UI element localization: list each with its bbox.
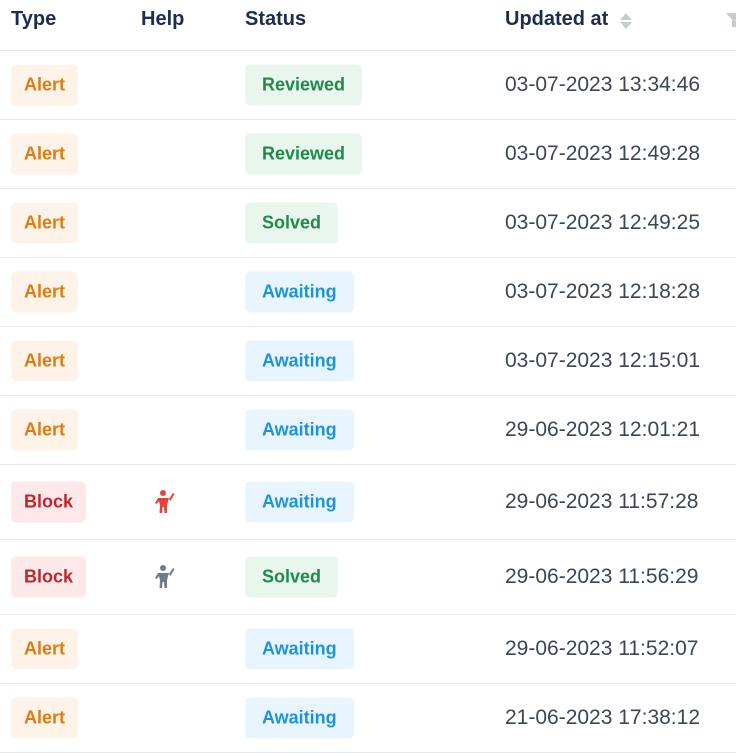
status-tag: Solved bbox=[245, 556, 339, 598]
status-tag: Awaiting bbox=[245, 271, 354, 313]
table-row[interactable]: Alert Awaiting 29-06-2023 11:52:07 bbox=[0, 615, 736, 684]
status-tag: Awaiting bbox=[245, 409, 354, 451]
person-help-icon[interactable] bbox=[152, 489, 176, 515]
status-tag: Solved bbox=[245, 202, 339, 244]
column-header-status: Status bbox=[245, 8, 307, 30]
type-tag: Alert bbox=[11, 202, 79, 244]
sort-icon[interactable] bbox=[620, 12, 633, 29]
table-row[interactable]: Alert Solved 03-07-2023 12:49:25 bbox=[0, 189, 736, 258]
updated-at-cell: 03-07-2023 12:18:28 bbox=[505, 280, 700, 303]
table-row[interactable]: Alert Awaiting 21-06-2023 17:38:12 bbox=[0, 684, 736, 753]
status-tag: Awaiting bbox=[245, 628, 354, 670]
table-row[interactable]: Alert Awaiting 03-07-2023 12:18:28 bbox=[0, 258, 736, 327]
updated-at-cell: 03-07-2023 12:15:01 bbox=[505, 349, 700, 372]
person-help-icon[interactable] bbox=[152, 564, 176, 590]
status-tag: Awaiting bbox=[245, 697, 354, 739]
type-tag: Block bbox=[11, 481, 87, 523]
type-tag: Alert bbox=[11, 697, 79, 739]
alerts-table: Type Help Status Updated at Alert Review… bbox=[0, 0, 736, 753]
table-row[interactable]: Block Awaiting 29-06-2023 11:57:28 bbox=[0, 465, 736, 540]
filter-icon[interactable] bbox=[726, 13, 736, 27]
type-tag: Alert bbox=[11, 133, 79, 175]
column-header-help: Help bbox=[141, 8, 185, 30]
type-tag: Alert bbox=[11, 64, 79, 106]
type-tag: Alert bbox=[11, 628, 79, 670]
updated-at-cell: 03-07-2023 12:49:28 bbox=[505, 142, 700, 165]
table-row[interactable]: Alert Reviewed 03-07-2023 13:34:46 bbox=[0, 51, 736, 120]
updated-at-cell: 21-06-2023 17:38:12 bbox=[505, 706, 700, 729]
status-tag: Awaiting bbox=[245, 340, 354, 382]
type-tag: Alert bbox=[11, 271, 79, 313]
updated-at-cell: 29-06-2023 11:57:28 bbox=[505, 490, 699, 513]
updated-at-cell: 29-06-2023 12:01:21 bbox=[505, 418, 700, 441]
type-tag: Alert bbox=[11, 409, 79, 451]
updated-at-cell: 03-07-2023 13:34:46 bbox=[505, 73, 700, 96]
table-row[interactable]: Alert Awaiting 03-07-2023 12:15:01 bbox=[0, 327, 736, 396]
column-header-updated-at-label: Updated at bbox=[505, 8, 609, 30]
updated-at-cell: 03-07-2023 12:49:25 bbox=[505, 211, 700, 234]
table-row[interactable]: Alert Awaiting 29-06-2023 12:01:21 bbox=[0, 396, 736, 465]
status-tag: Awaiting bbox=[245, 481, 354, 523]
type-tag: Alert bbox=[11, 340, 79, 382]
column-header-updated-at[interactable]: Updated at bbox=[505, 8, 633, 31]
updated-at-cell: 29-06-2023 11:52:07 bbox=[505, 637, 699, 660]
status-tag: Reviewed bbox=[245, 133, 363, 175]
table-row[interactable]: Block Solved 29-06-2023 11:56:29 bbox=[0, 540, 736, 615]
status-tag: Reviewed bbox=[245, 64, 363, 106]
table-header: Type Help Status Updated at bbox=[0, 0, 736, 51]
type-tag: Block bbox=[11, 556, 87, 598]
updated-at-cell: 29-06-2023 11:56:29 bbox=[505, 565, 699, 588]
table-row[interactable]: Alert Reviewed 03-07-2023 12:49:28 bbox=[0, 120, 736, 189]
column-header-type: Type bbox=[11, 8, 57, 30]
